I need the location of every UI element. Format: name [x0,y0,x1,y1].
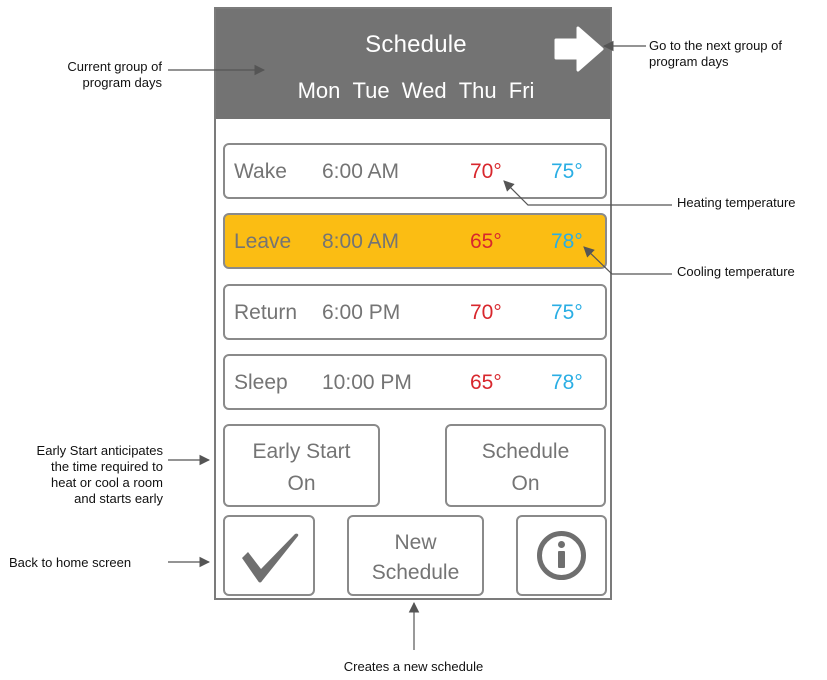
leader-line [583,246,672,275]
leader-line [503,180,672,206]
callout-arrows [168,40,672,650]
